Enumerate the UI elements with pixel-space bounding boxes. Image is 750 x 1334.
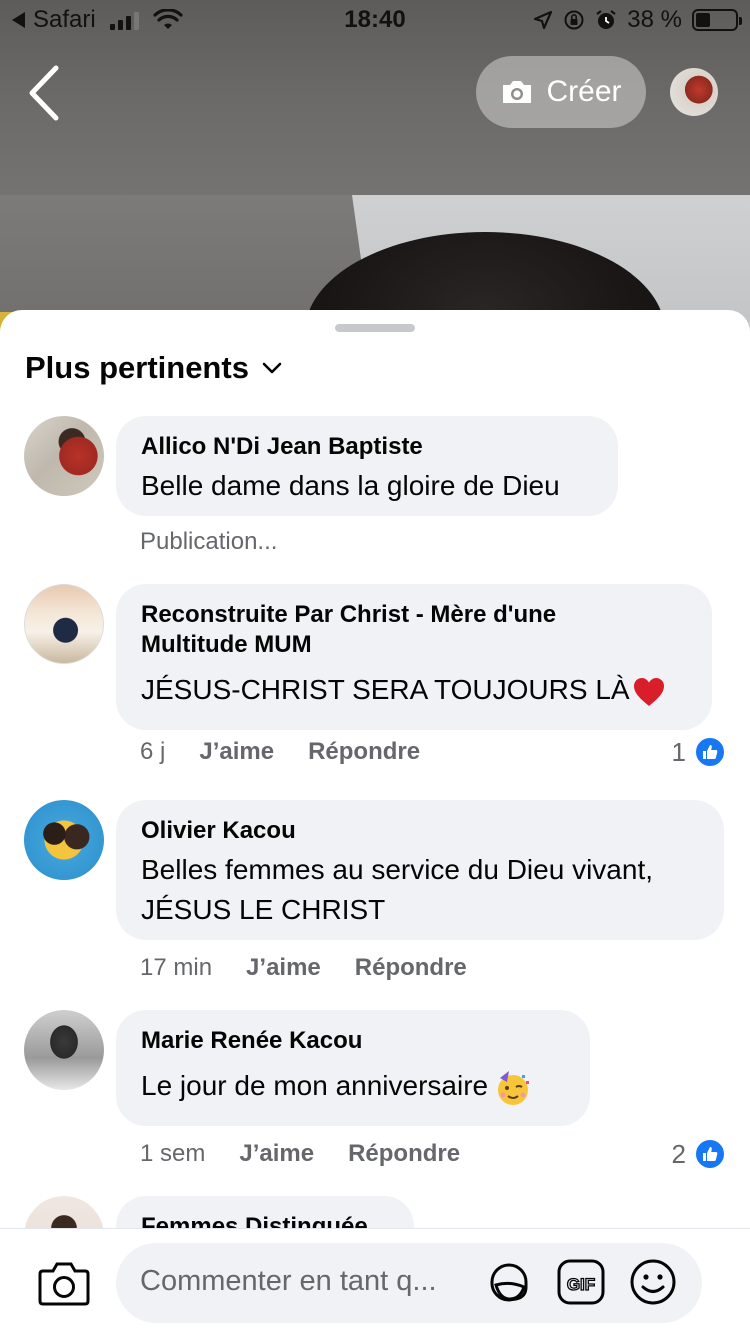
status-bar-right: 38 % bbox=[533, 6, 742, 34]
comment-bubble[interactable]: Marie Renée Kacou Le jour de mon anniver… bbox=[116, 1010, 590, 1126]
comment-input[interactable]: Commenter en tant q... GIF bbox=[116, 1243, 702, 1323]
comment-author-line: Reconstruite Par Christ - Mère d'une bbox=[141, 601, 557, 628]
create-button[interactable]: Créer bbox=[476, 56, 646, 128]
comment-author[interactable]: Olivier Kacou bbox=[141, 816, 699, 846]
like-link[interactable]: J’aime bbox=[246, 954, 321, 982]
sort-label: Plus pertinents bbox=[25, 350, 249, 385]
avatar[interactable] bbox=[24, 800, 104, 880]
comment-text: Belle dame dans la gloire de Dieu bbox=[141, 470, 560, 501]
comment-meta: Publication... bbox=[140, 528, 277, 556]
sort-selector[interactable]: Plus pertinents bbox=[25, 350, 283, 386]
reply-link[interactable]: Répondre bbox=[348, 1140, 460, 1168]
reaction-count-value: 2 bbox=[671, 1138, 686, 1169]
comment-author-line: Multitude MUM bbox=[141, 631, 312, 658]
location-arrow-icon bbox=[534, 10, 553, 30]
comment-meta: 1 sem J’aime Répondre bbox=[140, 1140, 460, 1168]
thumbs-up-icon bbox=[694, 1138, 726, 1170]
create-button-label: Créer bbox=[546, 75, 622, 108]
rotation-lock-icon bbox=[564, 10, 584, 30]
reply-link[interactable]: Répondre bbox=[308, 738, 420, 766]
comment-author[interactable]: Allico N'Di Jean Baptiste bbox=[141, 432, 593, 462]
comment-meta: 6 j J’aime Répondre bbox=[140, 738, 420, 766]
comment-text-line: Belles femmes au service du Dieu vivant, bbox=[141, 854, 653, 885]
reaction-count-value: 1 bbox=[671, 736, 686, 767]
alarm-icon bbox=[596, 10, 616, 29]
comment-text: Le jour de mon anniversaire bbox=[141, 1066, 565, 1107]
sheet-grabber[interactable] bbox=[335, 324, 415, 332]
avatar[interactable] bbox=[24, 584, 104, 664]
avatar[interactable] bbox=[24, 1010, 104, 1090]
comment-author[interactable]: Marie Renée Kacou bbox=[141, 1026, 565, 1056]
comments-sheet: Plus pertinents Allico N'Di Jean Baptist… bbox=[0, 310, 750, 1334]
reply-link[interactable]: Répondre bbox=[355, 954, 467, 982]
svg-text:GIF: GIF bbox=[567, 1275, 595, 1294]
like-link[interactable]: J’aime bbox=[199, 738, 274, 766]
comment-status: Publication... bbox=[140, 528, 278, 555]
red-heart-icon bbox=[633, 677, 664, 706]
profile-avatar[interactable] bbox=[670, 68, 718, 116]
reaction-count[interactable]: 2 bbox=[672, 1138, 726, 1170]
status-bar: Safari 18:40 38 % bbox=[0, 0, 750, 40]
gif-icon[interactable]: GIF bbox=[556, 1257, 606, 1307]
post-photo-background bbox=[0, 0, 750, 360]
avatar[interactable] bbox=[24, 416, 104, 496]
emoji-icon[interactable] bbox=[628, 1257, 678, 1307]
comment-meta: 17 min J’aime Répondre bbox=[140, 954, 467, 982]
comment-text-content: Le jour de mon anniversaire bbox=[141, 1070, 489, 1101]
comment-author[interactable]: Reconstruite Par Christ - Mère d'une Mul… bbox=[141, 600, 687, 660]
comment-text-line: JÉSUS LE CHRIST bbox=[141, 894, 386, 925]
comment-text: Belles femmes au service du Dieu vivant,… bbox=[141, 850, 699, 930]
comment-time: 17 min bbox=[140, 954, 213, 981]
thumbs-up-icon bbox=[694, 736, 726, 768]
battery-icon bbox=[692, 9, 742, 31]
chevron-down-icon bbox=[262, 362, 282, 374]
comment-composer: Commenter en tant q... GIF bbox=[0, 1228, 750, 1334]
sticker-icon[interactable] bbox=[484, 1257, 534, 1307]
comment-time: 6 j bbox=[140, 738, 166, 765]
comment-bubble[interactable]: Olivier Kacou Belles femmes au service d… bbox=[116, 800, 724, 940]
partying-face-icon bbox=[498, 1070, 530, 1105]
camera-icon bbox=[503, 81, 532, 103]
reaction-count[interactable]: 1 bbox=[672, 736, 726, 768]
comment-text: JÉSUS-CHRIST SERA TOUJOURS LÀ bbox=[141, 670, 687, 710]
back-chevron-icon[interactable] bbox=[22, 60, 72, 126]
comment-input-placeholder: Commenter en tant q... bbox=[140, 1265, 437, 1297]
comment-text-content: JÉSUS-CHRIST SERA TOUJOURS LÀ bbox=[141, 674, 630, 705]
battery-percent: 38 % bbox=[627, 6, 682, 33]
camera-icon[interactable] bbox=[38, 1259, 90, 1307]
comment-bubble[interactable]: Allico N'Di Jean Baptiste Belle dame dan… bbox=[116, 416, 618, 516]
comment-time: 1 sem bbox=[140, 1140, 206, 1167]
like-link[interactable]: J’aime bbox=[239, 1140, 314, 1168]
comment-bubble[interactable]: Reconstruite Par Christ - Mère d'une Mul… bbox=[116, 584, 712, 730]
